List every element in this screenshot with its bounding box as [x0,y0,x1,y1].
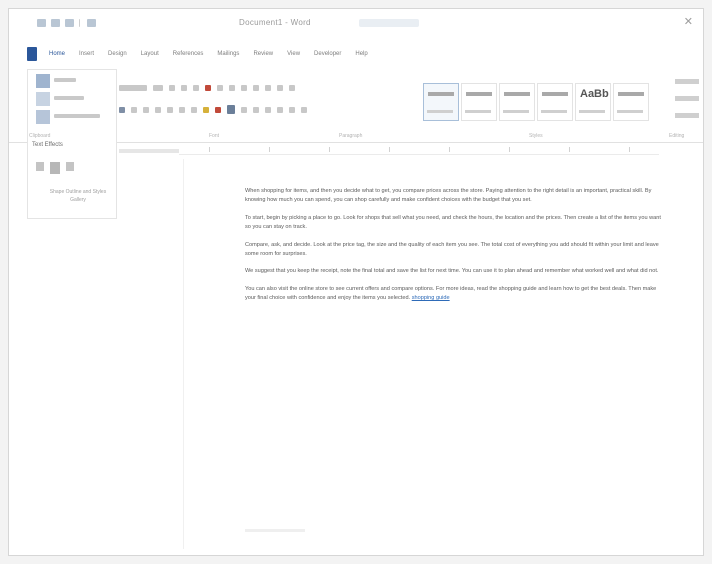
font-size-dropdown[interactable] [153,85,163,91]
borders-icon[interactable] [301,106,307,113]
tab-layout[interactable]: Layout [139,50,161,58]
title-bar: Document1 - Word ✕ [9,9,703,39]
find-button[interactable] [675,79,699,84]
tab-design[interactable]: Design [106,50,129,58]
pilcrow-icon[interactable] [289,85,295,91]
font-color-icon[interactable] [215,106,221,113]
option-icon[interactable] [36,162,44,171]
paste-icon[interactable] [36,74,50,88]
multilevel-icon[interactable] [241,85,247,91]
tab-review[interactable]: Review [251,50,275,58]
group-label-font: Font [209,133,220,139]
numbering-icon[interactable] [229,85,235,91]
style-normal[interactable] [423,83,459,121]
align-left-icon[interactable] [227,105,235,114]
superscript-icon[interactable] [179,106,185,113]
group-label-paragraph: Paragraph [339,133,363,139]
save-icon[interactable] [37,19,46,27]
tab-developer[interactable]: Developer [312,50,343,58]
font-name-dropdown[interactable] [119,85,147,91]
ribbon-tabs: Home Insert Design Layout References Mai… [27,47,370,61]
paragraph-text: You can also visit the online store to s… [245,285,657,302]
decrease-indent-icon[interactable] [253,85,259,91]
style-title-preview: AaBb [580,88,609,100]
sort-icon[interactable] [277,85,283,91]
pane-note: Shape Outline and Styles Gallery [49,189,107,203]
shrink-font-icon[interactable] [181,85,187,91]
customize-icon[interactable] [87,19,96,27]
tab-file[interactable] [27,47,37,61]
tab-help[interactable]: Help [353,50,369,58]
ruler-margin [119,149,179,153]
group-label-styles: Styles [529,133,543,139]
increase-indent-icon[interactable] [265,85,271,91]
style-no-spacing[interactable] [461,83,497,121]
clear-format-icon[interactable] [205,85,211,91]
highlight-icon[interactable] [203,106,209,113]
bullets-icon[interactable] [217,85,223,91]
style-title[interactable]: AaBb [575,83,611,121]
quick-access-toolbar [37,19,96,27]
format-row [119,105,307,114]
style-heading-1[interactable] [499,83,535,121]
bold-icon[interactable] [119,106,125,113]
option-icon[interactable] [66,162,74,171]
menu-item-label[interactable] [54,78,76,82]
strikethrough-icon[interactable] [155,106,161,113]
format-icon[interactable] [36,92,50,106]
shading-icon[interactable] [289,106,295,113]
paragraph-with-link[interactable]: You can also visit the online store to s… [245,285,661,304]
style-heading-2[interactable] [537,83,573,121]
undo-icon[interactable] [51,19,60,27]
line-spacing-icon[interactable] [277,106,283,113]
paragraph[interactable]: We suggest that you keep the receipt, no… [245,267,661,276]
font-row [119,85,295,91]
search-box[interactable] [359,19,419,27]
italic-icon[interactable] [131,106,137,113]
paragraph[interactable]: When shopping for items, and then you de… [245,187,661,206]
menu-item-label[interactable] [54,114,100,118]
window-title: Document1 - Word [239,18,311,27]
change-case-icon[interactable] [193,85,199,91]
align-right-icon[interactable] [253,106,259,113]
menu-item-label[interactable] [54,96,84,100]
styles-gallery: AaBb [423,83,649,121]
pane-label: Text Effects [32,142,63,148]
horizontal-ruler[interactable] [179,145,659,155]
paragraph[interactable]: To start, begin by picking a place to go… [245,214,661,233]
tab-references[interactable]: References [171,50,206,58]
grow-font-icon[interactable] [169,85,175,91]
document-body[interactable]: When shopping for items, and then you de… [245,187,661,312]
editing-group [675,79,699,130]
clipboard-dropdown: Text Effects Shape Outline and Styles Ga… [27,69,117,219]
style-subtitle[interactable] [613,83,649,121]
option-icon[interactable] [50,162,60,174]
tab-mailings[interactable]: Mailings [215,50,241,58]
group-label-editing: Editing [669,133,685,139]
tab-view[interactable]: View [285,50,302,58]
paragraph[interactable]: Compare, ask, and decide. Look at the pr… [245,241,661,260]
page-footer-mark [245,529,305,532]
toolbar-separator [79,19,82,27]
select-button[interactable] [675,113,699,118]
style-icon[interactable] [36,110,50,124]
document-link[interactable]: shopping guide [412,295,450,301]
replace-button[interactable] [675,96,699,101]
close-icon[interactable]: ✕ [684,15,693,28]
tab-insert[interactable]: Insert [77,50,96,58]
subscript-icon[interactable] [167,106,173,113]
group-label-clipboard: Clipboard [29,133,51,139]
word-window: Document1 - Word ✕ Home Insert Design La… [8,8,704,556]
justify-icon[interactable] [265,106,271,113]
text-effects-icon[interactable] [191,106,197,113]
page-edge [183,159,184,549]
align-center-icon[interactable] [241,106,247,113]
tab-home[interactable]: Home [47,50,67,58]
underline-icon[interactable] [143,106,149,113]
redo-icon[interactable] [65,19,74,27]
